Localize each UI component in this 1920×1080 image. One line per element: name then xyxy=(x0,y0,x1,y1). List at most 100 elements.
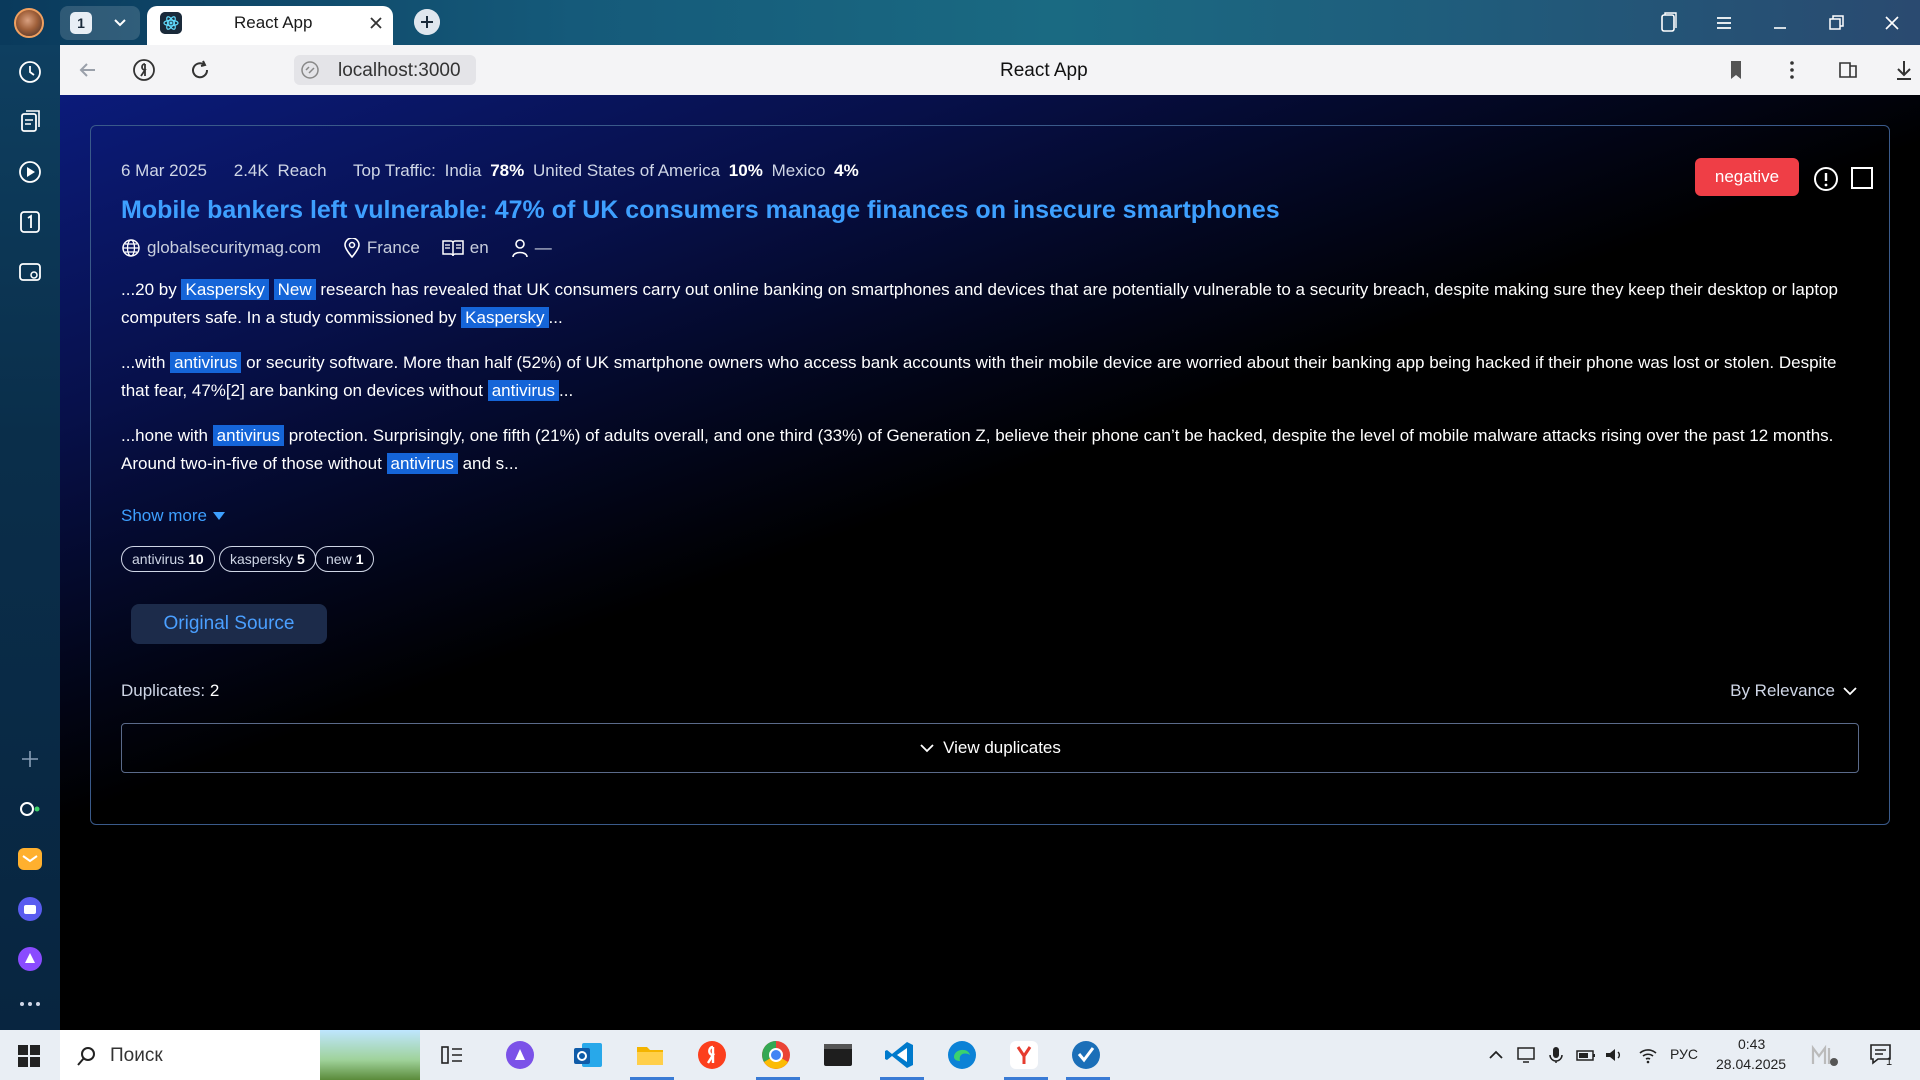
terminal-icon[interactable] xyxy=(822,1039,854,1071)
article-date: 6 Mar 2025 xyxy=(121,161,207,180)
new-tab-icon[interactable] xyxy=(414,9,440,35)
tab-count-badge[interactable]: 1 xyxy=(70,12,92,34)
more-dots-icon[interactable] xyxy=(16,990,44,1018)
highlight-term: antivirus xyxy=(386,453,458,474)
wifi-icon[interactable] xyxy=(1638,1046,1658,1064)
menu-icon[interactable] xyxy=(1712,12,1736,34)
source-language: en xyxy=(469,238,489,257)
keyboard-language[interactable]: РУС xyxy=(1670,1046,1698,1062)
close-window-icon[interactable] xyxy=(1880,12,1904,34)
edge-icon[interactable] xyxy=(946,1039,978,1071)
view-duplicates-button[interactable]: View duplicates xyxy=(121,723,1859,773)
checkmark-app-icon[interactable] xyxy=(1070,1039,1102,1071)
minimize-icon[interactable] xyxy=(1768,12,1792,34)
reach-value: 2.4K xyxy=(233,161,269,180)
yandex-browser-icon[interactable] xyxy=(696,1039,728,1071)
show-more-label: Show more xyxy=(121,506,207,525)
tag-count: 1 xyxy=(355,551,364,567)
highlight-term: Kaspersky xyxy=(181,279,269,300)
clock-date[interactable]: 28.04.2025 xyxy=(1716,1056,1786,1072)
file-explorer-icon[interactable] xyxy=(634,1039,666,1071)
refresh-icon[interactable] xyxy=(188,58,212,82)
messenger-icon[interactable] xyxy=(16,895,44,923)
volume-icon[interactable] xyxy=(1604,1046,1624,1064)
close-icon[interactable] xyxy=(366,13,386,33)
sort-label: By Relevance xyxy=(1730,681,1835,700)
snippet-text: protection. Surprisingly, one fifth (21%… xyxy=(121,426,1834,473)
more-options-icon[interactable] xyxy=(1780,58,1804,82)
top-traffic-label: Top Traffic: xyxy=(353,161,436,180)
vscode-icon[interactable] xyxy=(884,1039,916,1071)
highlight-term: antivirus xyxy=(170,352,242,373)
sentiment-badge[interactable]: negative xyxy=(1695,158,1799,196)
snippet-text: ...hone with xyxy=(121,426,213,445)
taskbar-search-text[interactable]: Поиск xyxy=(110,1045,163,1067)
chrome-icon[interactable] xyxy=(760,1039,792,1071)
reach-label: Reach xyxy=(277,161,327,180)
tag-chip[interactable]: kaspersky 5 xyxy=(219,546,316,572)
outlook-icon[interactable] xyxy=(572,1039,604,1071)
browser-sidebar xyxy=(0,45,60,1030)
article-title[interactable]: Mobile bankers left vulnerable: 47% of U… xyxy=(121,196,1280,225)
alice-assistant-icon[interactable] xyxy=(16,945,44,973)
play-icon[interactable] xyxy=(16,158,44,186)
history-icon[interactable] xyxy=(16,58,44,86)
mail-icon[interactable] xyxy=(16,845,44,873)
alert-icon[interactable] xyxy=(1813,166,1839,192)
back-arrow-icon[interactable] xyxy=(76,58,100,82)
tray-expand-icon[interactable] xyxy=(1486,1046,1506,1064)
article-card: 6 Mar 2025 2.4K Reach Top Traffic: India… xyxy=(90,125,1890,825)
traffic-pct: 10% xyxy=(728,161,763,180)
globe-icon xyxy=(122,239,140,257)
notes-icon[interactable] xyxy=(16,108,44,136)
snippet-text: ...20 by xyxy=(121,280,182,299)
yandex-logo-icon[interactable] xyxy=(132,58,156,82)
source-domain[interactable]: globalsecuritymag.com xyxy=(147,238,321,258)
bookmark-icon[interactable] xyxy=(1724,58,1748,82)
clock-time[interactable]: 0:43 xyxy=(1738,1036,1765,1052)
source-location: France xyxy=(366,238,420,257)
profile-avatar[interactable] xyxy=(14,8,44,38)
battery-icon[interactable] xyxy=(1576,1046,1596,1064)
alice-icon[interactable] xyxy=(504,1039,536,1071)
site-info-icon[interactable] xyxy=(300,60,320,80)
task-view-icon[interactable] xyxy=(436,1039,468,1071)
chevron-down-icon xyxy=(920,744,934,753)
im-app-icon[interactable] xyxy=(1810,1044,1840,1068)
display-icon[interactable] xyxy=(1516,1046,1536,1064)
yandex-y-icon[interactable] xyxy=(1008,1039,1040,1071)
reader-mode-icon[interactable] xyxy=(1836,58,1860,82)
select-checkbox[interactable] xyxy=(1851,167,1873,189)
download-icon[interactable] xyxy=(1892,58,1916,82)
address-bar: localhost:3000 React App xyxy=(60,45,1920,95)
tag-chip[interactable]: antivirus 10 xyxy=(121,546,215,572)
duplicates-label: Duplicates: 2 xyxy=(121,681,219,701)
caret-down-icon xyxy=(212,512,225,520)
alice-status-icon[interactable] xyxy=(16,795,44,823)
page-content: 6 Mar 2025 2.4K Reach Top Traffic: India… xyxy=(60,95,1920,1030)
view-duplicates-label: View duplicates xyxy=(943,738,1061,757)
snippet-paragraph: ...20 by Kaspersky New research has reve… xyxy=(121,276,1861,332)
highlight-term: Kaspersky xyxy=(461,307,549,328)
traffic-pct: 4% xyxy=(834,161,859,180)
windows-start-icon[interactable] xyxy=(18,1045,40,1067)
tag-label: antivirus xyxy=(132,551,185,567)
original-source-button[interactable]: Original Source xyxy=(131,604,327,644)
sort-dropdown[interactable]: By Relevance xyxy=(1730,681,1859,701)
snippet-paragraph: ...with antivirus or security software. … xyxy=(121,349,1861,405)
add-icon[interactable] xyxy=(16,745,44,773)
tag-chip[interactable]: new 1 xyxy=(315,546,375,572)
snippet-text: ...with xyxy=(121,353,171,372)
traffic-country: India xyxy=(444,161,482,180)
microphone-icon[interactable] xyxy=(1546,1046,1566,1064)
chevron-down-icon[interactable] xyxy=(110,12,130,32)
collections-icon[interactable] xyxy=(1656,12,1680,34)
url-text[interactable]: localhost:3000 xyxy=(338,60,461,82)
restore-icon[interactable] xyxy=(1824,12,1848,34)
snippet-text: ... xyxy=(548,308,563,327)
tab-count-icon[interactable] xyxy=(16,208,44,236)
screenshot-icon[interactable] xyxy=(16,258,44,286)
show-more-button[interactable]: Show more xyxy=(121,506,226,526)
duplicates-text: Duplicates: xyxy=(121,681,206,700)
snippet-text: and s... xyxy=(457,454,519,473)
